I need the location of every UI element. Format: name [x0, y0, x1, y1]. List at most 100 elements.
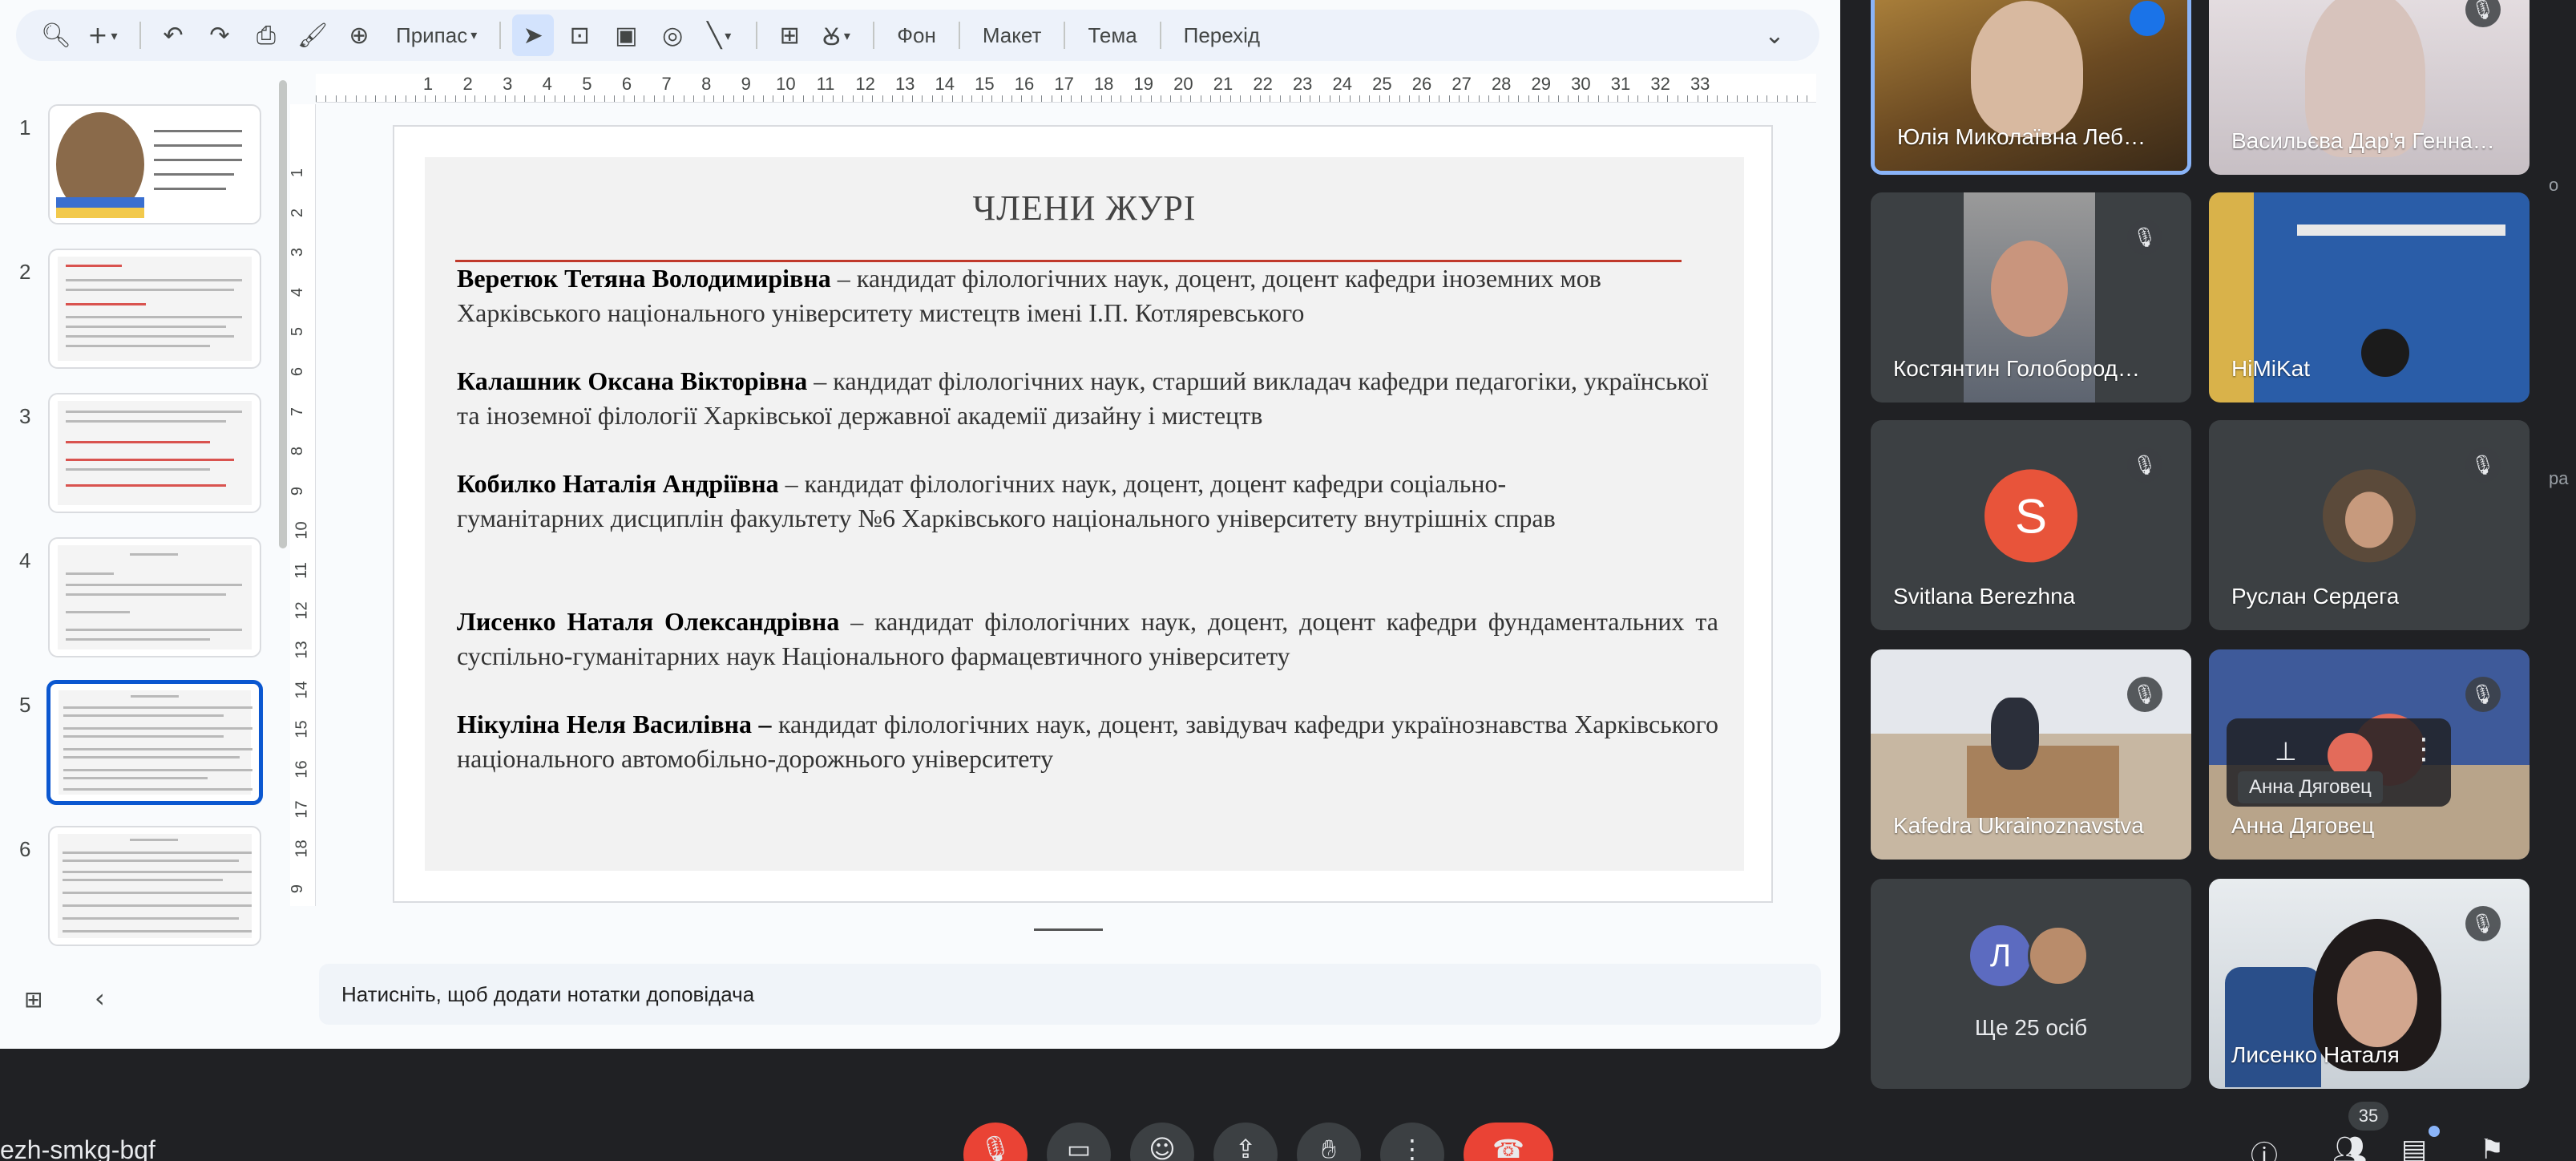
- ruler-tick: [1120, 95, 1122, 102]
- toolbar-divider: [873, 22, 875, 49]
- activities-icon[interactable]: ⚑: [2480, 1134, 2504, 1161]
- slide-thumbnail-row[interactable]: 1: [0, 104, 289, 233]
- toolbar-transition-button[interactable]: Перехід: [1173, 14, 1271, 56]
- new-slide-icon[interactable]: + ▾: [82, 14, 123, 56]
- ruler-tick: [1399, 95, 1400, 102]
- ruler-tick: [1229, 95, 1231, 102]
- input-tools-icon[interactable]: Ꙋ ▾: [815, 14, 857, 56]
- ruler-tick: [1319, 95, 1321, 102]
- text-box-icon[interactable]: ⊡: [559, 14, 600, 56]
- ruler-number: 19: [1133, 74, 1154, 94]
- grid-view-icon[interactable]: ⊞: [24, 986, 42, 1013]
- ruler-number: 1: [289, 168, 307, 178]
- jury-member-name: Веретюк Тетяна Володимирівна: [457, 264, 831, 293]
- search-menus-icon[interactable]: 🔍︎: [35, 14, 77, 56]
- ruler-tick: [1657, 95, 1658, 102]
- camera-button[interactable]: ▭: [1047, 1123, 1111, 1161]
- print-icon[interactable]: ⎙: [245, 14, 287, 56]
- ruler-tick: [1717, 95, 1718, 102]
- redo-icon[interactable]: ↷: [199, 14, 240, 56]
- participant-tile[interactable]: S 🎙︎ Svitlana Berezhna: [1871, 420, 2191, 630]
- ruler-tick: [1776, 95, 1778, 102]
- editor-toolbar: 🔍︎ + ▾ ↶ ↷ ⎙ 🖌︎ ⊕ Припас ▾ ➤ ⊡ ▣ ◎ ╲ ▾ ⊞ Ꙋ ▾…: [16, 10, 1819, 61]
- slide-thumbnail[interactable]: [48, 249, 261, 369]
- people-icon[interactable]: 👥︎: [2332, 1134, 2367, 1161]
- ruler-tick: [733, 95, 734, 102]
- participant-name: Руслан Сердега: [2231, 584, 2400, 609]
- ruler-number: 11: [292, 562, 310, 579]
- reactions-button[interactable]: ☺: [1130, 1123, 1194, 1161]
- participant-tile[interactable]: HiMiKat: [2209, 192, 2530, 403]
- chat-icon[interactable]: ▤: [2401, 1134, 2427, 1161]
- toolbar-divider: [499, 22, 502, 49]
- jury-member: Калашник Оксана Вікторівна – кандидат фі…: [457, 364, 1718, 433]
- ruler-tick: [1071, 95, 1072, 102]
- toolbar-divider: [139, 22, 141, 49]
- chevron-left-icon[interactable]: ‹: [95, 983, 105, 1013]
- end-call-button[interactable]: ☎︎: [1464, 1123, 1553, 1161]
- meeting-info-icon[interactable]: ⓘ: [2251, 1134, 2278, 1161]
- present-button[interactable]: ⇪: [1213, 1123, 1278, 1161]
- slide-thumbnail[interactable]: [48, 826, 261, 946]
- participant-tile[interactable]: 🎙︎ Kafedra Ukrainoznavstva: [1871, 649, 2191, 860]
- slide-thumbnail[interactable]: [48, 393, 261, 513]
- ruler-number: 33: [1690, 74, 1710, 94]
- ruler-tick: [465, 95, 466, 102]
- paint-format-icon[interactable]: 🖌︎: [292, 14, 333, 56]
- zoom-select[interactable]: Припас ▾: [385, 14, 488, 56]
- speaker-notes-field[interactable]: Натисніть, щоб додати нотатки доповідача: [319, 964, 1821, 1025]
- slide-number: 1: [19, 115, 31, 140]
- more-options-icon[interactable]: ⋮: [2409, 733, 2438, 766]
- ruler-tick: [892, 95, 894, 102]
- add-comment-icon[interactable]: ⊞: [769, 14, 810, 56]
- participant-video: [2337, 951, 2417, 1047]
- slide-thumbnail-row-selected[interactable]: 5: [0, 680, 289, 810]
- participant-tile[interactable]: 🎙︎ Руслан Сердега: [2209, 420, 2530, 630]
- slide-thumbnail-row[interactable]: 3: [0, 393, 289, 521]
- participant-name: Костянтин Голобород…: [1893, 356, 2140, 381]
- select-cursor-icon[interactable]: ➤: [512, 14, 555, 56]
- ruler-number: 3: [503, 74, 513, 94]
- toolbar-theme-button[interactable]: Тема: [1076, 14, 1148, 56]
- ruler-tick: [1091, 95, 1092, 102]
- filmstrip-scrollbar[interactable]: [279, 80, 287, 548]
- insert-image-icon[interactable]: ▣: [605, 14, 647, 56]
- zoom-icon[interactable]: ⊕: [338, 14, 380, 56]
- participant-tile[interactable]: Юлія Миколаївна Леб…: [1871, 0, 2191, 175]
- ruler-number: 23: [1292, 74, 1313, 94]
- ruler-number: 16: [293, 760, 311, 779]
- ruler-tick: [1250, 95, 1251, 102]
- slide-thumbnail[interactable]: [48, 104, 261, 225]
- line-icon[interactable]: ╲ ▾: [698, 14, 740, 56]
- ruler-tick: [1150, 95, 1152, 102]
- mic-off-button[interactable]: 🎙︎: [963, 1123, 1028, 1161]
- participant-tile[interactable]: 🎙︎ Васильєва Дар'я Генна…: [2209, 0, 2530, 175]
- participant-tile[interactable]: 🎙︎ Костянтин Голобород…: [1871, 192, 2191, 403]
- slide-canvas[interactable]: ЧЛЕНИ ЖУРІ Веретюк Тетяна Володимирівна …: [393, 125, 1773, 903]
- undo-icon[interactable]: ↶: [152, 14, 194, 56]
- slide-thumbnail[interactable]: [48, 537, 261, 657]
- toolbar-divider: [756, 22, 758, 49]
- participant-avatar: [2323, 469, 2416, 563]
- shape-icon[interactable]: ◎: [652, 14, 693, 56]
- slide-thumbnail-row[interactable]: 2: [0, 249, 289, 377]
- toolbar-layout-button[interactable]: Макет: [971, 14, 1053, 56]
- toolbar-background-button[interactable]: Фон: [886, 14, 947, 56]
- raise-hand-button[interactable]: ✋︎: [1297, 1123, 1361, 1161]
- slide-thumbnail-row[interactable]: 6: [0, 826, 289, 951]
- ruler-tick: [1608, 95, 1609, 102]
- slide-content-box[interactable]: ЧЛЕНИ ЖУРІ Веретюк Тетяна Володимирівна …: [425, 157, 1744, 871]
- ruler-tick: [1130, 95, 1132, 102]
- collapse-toolbar-icon[interactable]: ⌄: [1754, 14, 1795, 56]
- more-options-button[interactable]: ⋮: [1380, 1123, 1444, 1161]
- participant-tile[interactable]: 🎙︎ Лисенко Наталя: [2209, 879, 2530, 1089]
- ruler-tick: [484, 95, 486, 102]
- participant-name: HiMiKat: [2231, 356, 2311, 381]
- notes-resize-handle[interactable]: [1034, 928, 1103, 931]
- pin-icon[interactable]: ⊥: [2275, 736, 2297, 767]
- slide-thumbnail-row[interactable]: 4: [0, 537, 289, 665]
- slide-thumbnail-selected[interactable]: [46, 680, 263, 805]
- ruler-tick: [1389, 95, 1391, 102]
- ruler-number: 15: [293, 720, 311, 739]
- more-participants-tile[interactable]: Л Ще 25 осіб: [1871, 879, 2191, 1089]
